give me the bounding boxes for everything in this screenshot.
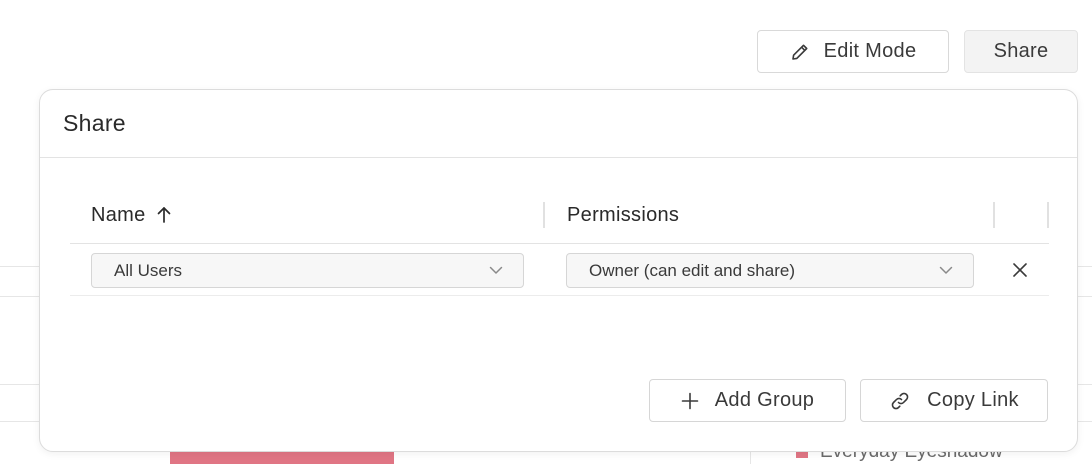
background-divider: [1078, 266, 1092, 267]
background-divider: [1078, 296, 1092, 297]
share-dialog-title: Share: [63, 110, 126, 136]
remove-row-button[interactable]: [1008, 258, 1032, 282]
column-name-label: Name: [91, 203, 146, 226]
chevron-down-icon: [489, 266, 503, 275]
column-permissions-label: Permissions: [567, 203, 680, 226]
share-button[interactable]: Share: [964, 30, 1078, 73]
link-icon: [889, 390, 911, 412]
edit-mode-button[interactable]: Edit Mode: [757, 30, 949, 73]
background-divider: [0, 266, 40, 267]
permissions-table: Name Permissions All Users Owner (can ed…: [70, 186, 1049, 296]
table-row: All Users Owner (can edit and share): [70, 244, 1049, 296]
pencil-icon: [790, 42, 810, 62]
column-header-name[interactable]: Name: [91, 186, 172, 244]
permission-select-value: Owner (can edit and share): [589, 260, 795, 280]
column-resize-handle[interactable]: [1047, 202, 1049, 228]
column-header-permissions[interactable]: Permissions: [567, 186, 679, 244]
background-divider: [0, 421, 40, 422]
background-divider: [0, 296, 40, 297]
edit-mode-label: Edit Mode: [823, 40, 917, 62]
copy-link-label: Copy Link: [927, 389, 1019, 411]
user-select[interactable]: All Users: [91, 253, 524, 288]
share-label: Share: [993, 40, 1049, 62]
permission-select[interactable]: Owner (can edit and share): [566, 253, 974, 288]
user-select-value: All Users: [114, 260, 183, 280]
background-divider: [1078, 384, 1092, 385]
chevron-down-icon: [939, 266, 953, 275]
background-chart-bar: [170, 452, 394, 464]
plus-icon: [681, 392, 699, 410]
add-group-button[interactable]: Add Group: [649, 379, 846, 422]
table-header: Name Permissions: [70, 186, 1049, 244]
background-divider: [1078, 421, 1092, 422]
column-resize-handle[interactable]: [993, 202, 995, 228]
close-icon: [1012, 262, 1028, 278]
add-group-label: Add Group: [714, 389, 815, 411]
background-divider: [0, 384, 40, 385]
arrow-up-icon: [156, 206, 172, 224]
share-dialog: Share Name Permissions All Users Owner (…: [39, 89, 1078, 452]
share-dialog-header: Share: [40, 90, 1077, 158]
copy-link-button[interactable]: Copy Link: [860, 379, 1048, 422]
column-resize-handle[interactable]: [543, 202, 545, 228]
